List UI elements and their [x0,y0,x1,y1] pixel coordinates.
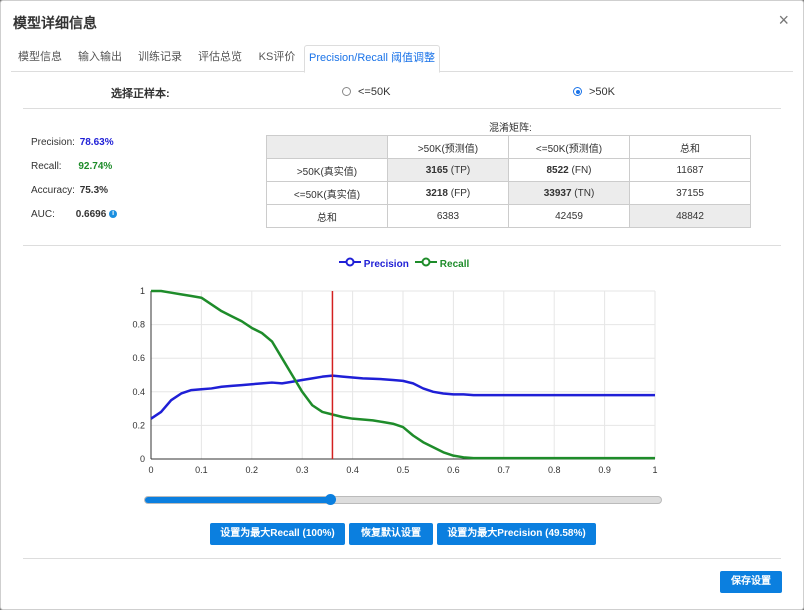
cm-fp: 3218 (FP) [387,181,509,205]
cm-header: <=50K(预测值) [508,135,630,159]
positive-sample-label: 选择正样本: [111,88,170,100]
cm-corner [266,135,388,159]
slider-fill [145,497,331,503]
reset-default-button[interactable]: 恢复默认设置 [349,523,433,545]
cm-total: 6383 [387,204,509,228]
x-tick-label: 0.9 [598,465,611,475]
legend-recall-marker [415,257,437,267]
radio-gt50k-label: >50K [589,86,615,98]
radio-le50k-label: <=50K [358,86,391,98]
cm-row-label: >50K(真实值) [266,158,388,182]
x-tick-label: 1 [652,465,657,475]
cm-total: 37155 [629,181,751,205]
tab-model-info[interactable]: 模型信息 [11,45,69,70]
y-tick-label: 1 [140,286,145,296]
recall-value: 92.74% [78,161,113,172]
tab-io[interactable]: 输入输出 [71,45,129,70]
slider-handle[interactable] [324,494,336,505]
x-tick-label: 0.8 [548,465,561,475]
cm-total: 42459 [508,204,630,228]
confusion-matrix: >50K(预测值) <=50K(预测值) 总和 >50K(真实值) 3165 (… [266,135,751,228]
precision-metric: Precision: 78.63% [31,137,114,148]
accuracy-value: 75.3% [79,185,109,196]
tab-pr-threshold[interactable]: Precision/Recall 阈值调整 [304,45,440,73]
x-tick-label: 0 [148,465,153,475]
y-tick-label: 0.6 [132,353,145,363]
cm-row-label: 总和 [266,204,388,228]
cm-row-label: <=50K(真实值) [266,181,388,205]
cm-grand-total: 48842 [629,204,751,228]
x-tick-label: 0.5 [397,465,410,475]
cm-tp: 3165 (TP) [387,158,509,182]
max-recall-button[interactable]: 设置为最大Recall (100%) [210,523,345,545]
y-tick-label: 0.8 [132,320,145,330]
cm-fn: 8522 (FN) [508,158,630,182]
legend-precision-marker [339,257,361,267]
legend-recall[interactable]: Recall [415,257,469,270]
x-tick-label: 0.6 [447,465,460,475]
precision-value: 78.63% [79,137,114,148]
accuracy-metric: Accuracy: 75.3% [31,185,109,196]
max-precision-button[interactable]: 设置为最大Precision (49.58%) [437,523,596,545]
x-tick-label: 0.7 [498,465,511,475]
model-detail-dialog: 模型详细信息 × 模型信息 输入输出 训练记录 评估总览 KS评价 Precis… [0,0,804,610]
pr-chart: 0 0.1 0.2 0.3 0.4 0.5 0.6 0.7 0.8 0.9 1 0 0.2 0.4 0.6 0… [132,286,657,475]
recall-metric: Recall: 92.74% [31,161,113,172]
tab-eval-overview[interactable]: 评估总览 [191,45,249,70]
tab-bar: 模型信息 输入输出 训练记录 评估总览 KS评价 Precision/Recal… [11,45,793,73]
save-settings-button[interactable]: 保存设置 [720,571,782,593]
y-tick-label: 0.4 [132,387,145,397]
divider [23,558,781,559]
threshold-slider[interactable] [144,494,662,505]
x-tick-label: 0.1 [195,465,208,475]
x-tick-label: 0.4 [346,465,359,475]
auc-value: 0.6696 [75,209,107,220]
cm-tn: 33937 (TN) [508,181,630,205]
dialog-title: 模型详细信息 [13,15,97,31]
divider [23,108,781,109]
cm-header: >50K(预测值) [387,135,509,159]
y-tick-label: 0 [140,454,145,464]
tab-train-log[interactable]: 训练记录 [131,45,189,70]
close-icon[interactable]: × [778,11,789,29]
radio-le50k[interactable] [342,87,351,96]
y-tick-label: 0.2 [132,420,145,430]
radio-gt50k[interactable] [573,87,582,96]
divider [23,245,781,246]
legend-precision[interactable]: Precision [339,257,409,270]
x-tick-label: 0.2 [246,465,259,475]
x-tick-label: 0.3 [296,465,309,475]
tab-ks[interactable]: KS评价 [251,45,303,70]
confusion-title: 混淆矩阵: [489,123,532,134]
cm-total: 11687 [629,158,751,182]
info-icon[interactable]: i [109,210,118,219]
auc-metric: AUC: 0.6696 i [31,209,118,220]
cm-header: 总和 [629,135,751,159]
